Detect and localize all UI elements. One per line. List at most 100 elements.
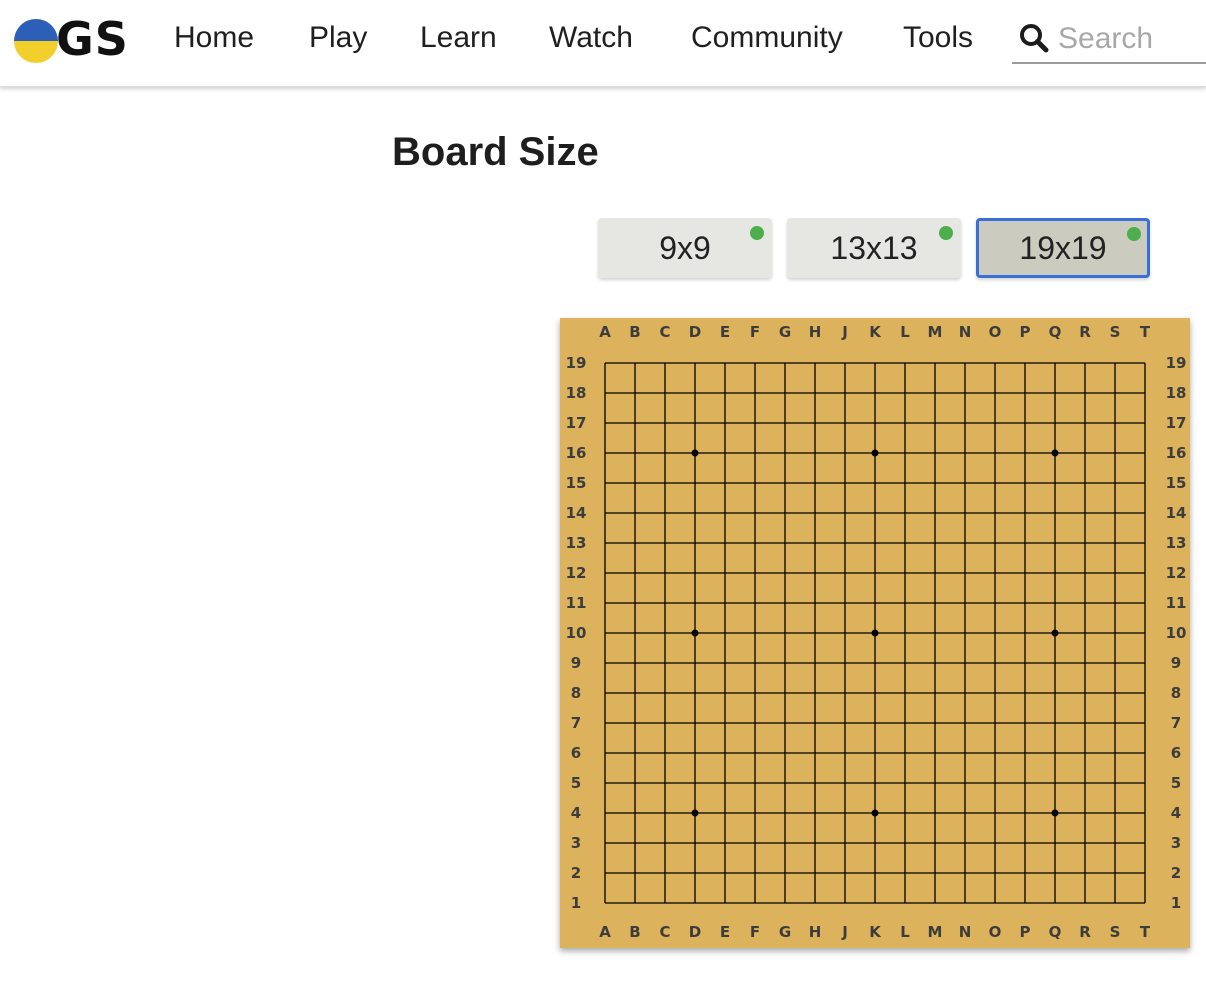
column-label: B — [629, 923, 640, 941]
search-input[interactable] — [1058, 20, 1206, 58]
status-dot-icon — [1127, 227, 1141, 241]
column-label: G — [779, 923, 791, 941]
row-label: 10 — [566, 624, 587, 642]
row-label: 12 — [566, 564, 587, 582]
column-label: B — [629, 323, 640, 341]
row-label: 15 — [566, 474, 587, 492]
board-size-13x13-button[interactable]: 13x13 — [787, 218, 961, 278]
row-label: 14 — [1166, 504, 1187, 522]
board-size-label: 13x13 — [830, 230, 918, 266]
row-label: 4 — [571, 804, 581, 822]
column-label: N — [959, 323, 972, 341]
row-label: 17 — [566, 414, 587, 432]
row-label: 11 — [1166, 594, 1187, 612]
nav-community[interactable]: Community — [691, 18, 843, 58]
star-point — [691, 809, 699, 817]
row-label: 7 — [1171, 714, 1181, 732]
column-label: O — [989, 323, 1002, 341]
column-label: T — [1140, 923, 1151, 941]
row-label: 2 — [571, 864, 581, 882]
nav-play[interactable]: Play — [309, 18, 367, 58]
column-label: K — [869, 923, 882, 941]
column-label: H — [809, 323, 822, 341]
row-label: 10 — [1166, 624, 1187, 642]
row-label: 13 — [566, 534, 587, 552]
column-label: S — [1110, 323, 1121, 341]
star-point — [871, 809, 879, 817]
page-title: Board Size — [392, 130, 599, 174]
row-label: 16 — [566, 444, 587, 462]
column-label: J — [841, 923, 848, 941]
column-label: N — [959, 923, 972, 941]
column-label: A — [599, 323, 611, 341]
row-label: 18 — [566, 384, 587, 402]
row-label: 9 — [571, 654, 581, 672]
column-label: F — [750, 323, 760, 341]
column-label: C — [659, 923, 670, 941]
column-label: A — [599, 923, 611, 941]
row-label: 15 — [1166, 474, 1187, 492]
status-dot-icon — [939, 226, 953, 240]
row-label: 17 — [1166, 414, 1187, 432]
row-label: 1 — [1171, 894, 1181, 912]
column-label: P — [1020, 323, 1031, 341]
column-label: Q — [1049, 323, 1062, 341]
column-label: H — [809, 923, 822, 941]
column-label: E — [720, 923, 730, 941]
row-label: 8 — [571, 684, 581, 702]
column-label: O — [989, 923, 1002, 941]
status-dot-icon — [750, 226, 764, 240]
row-label: 4 — [1171, 804, 1181, 822]
column-label: M — [928, 323, 943, 341]
column-label: R — [1079, 923, 1091, 941]
column-label: L — [900, 923, 910, 941]
row-label: 5 — [571, 774, 581, 792]
star-point — [1051, 809, 1059, 817]
nav-watch[interactable]: Watch — [549, 18, 633, 58]
board-size-label: 9x9 — [659, 230, 711, 266]
row-label: 12 — [1166, 564, 1187, 582]
row-label: 18 — [1166, 384, 1187, 402]
nav-home[interactable]: Home — [174, 18, 254, 58]
ogs-logo[interactable]: GS — [14, 14, 129, 64]
column-label: G — [779, 323, 791, 341]
go-board[interactable]: A A B B C C D D E E F F G G H H J J K K L L M M N N O O P P Q Q R R S S T T 19… — [560, 318, 1190, 948]
column-label: Q — [1049, 923, 1062, 941]
row-label: 1 — [571, 894, 581, 912]
row-label: 7 — [571, 714, 581, 732]
column-label: C — [659, 323, 670, 341]
row-label: 14 — [566, 504, 587, 522]
nav-learn[interactable]: Learn — [420, 18, 497, 58]
board-size-9x9-button[interactable]: 9x9 — [598, 218, 772, 278]
star-point — [1051, 629, 1059, 637]
column-label: J — [841, 323, 848, 341]
column-label: T — [1140, 323, 1151, 341]
column-label: D — [689, 923, 701, 941]
row-label: 8 — [1171, 684, 1181, 702]
search-icon[interactable] — [1018, 22, 1050, 54]
row-label: 9 — [1171, 654, 1181, 672]
column-label: F — [750, 923, 760, 941]
row-label: 3 — [571, 834, 581, 852]
row-label: 2 — [1171, 864, 1181, 882]
column-label: E — [720, 323, 730, 341]
star-point — [691, 449, 699, 457]
nav-tools[interactable]: Tools — [903, 18, 973, 58]
row-label: 6 — [571, 744, 581, 762]
star-point — [871, 449, 879, 457]
row-label: 5 — [1171, 774, 1181, 792]
search-box — [1012, 16, 1206, 64]
star-point — [691, 629, 699, 637]
row-label: 13 — [1166, 534, 1187, 552]
column-label: P — [1020, 923, 1031, 941]
column-label: M — [928, 923, 943, 941]
go-board-grid[interactable]: AABBCCDDEEFFGGHHJJKKLLMMNNOOPPQQRRSSTT19… — [560, 318, 1190, 948]
top-navbar: GS Home Play Learn Watch Community Tools — [0, 0, 1206, 87]
row-label: 11 — [566, 594, 587, 612]
board-size-label: 19x19 — [1019, 230, 1107, 266]
row-label: 19 — [1166, 354, 1187, 372]
column-label: D — [689, 323, 701, 341]
column-label: K — [869, 323, 882, 341]
board-size-19x19-button[interactable]: 19x19 — [976, 218, 1150, 278]
row-label: 16 — [1166, 444, 1187, 462]
